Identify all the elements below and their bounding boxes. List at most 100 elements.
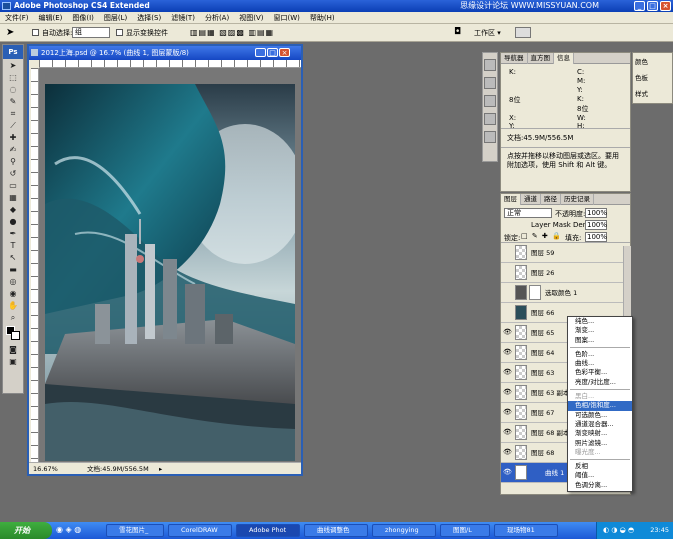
- tab-channels[interactable]: 通道: [521, 194, 541, 205]
- visibility-icon[interactable]: [503, 268, 511, 276]
- menu-item-brightness-contrast[interactable]: 亮度/对比度...: [568, 378, 632, 387]
- visibility-icon[interactable]: 👁: [503, 368, 512, 376]
- visibility-icon[interactable]: [503, 248, 511, 256]
- crop-tool-icon[interactable]: ⌗: [4, 109, 22, 119]
- tab-info[interactable]: 信息: [554, 53, 574, 64]
- eraser-tool-icon[interactable]: ▭: [4, 181, 22, 191]
- hand-tool-icon[interactable]: ✋: [4, 301, 22, 311]
- show-transform-checkbox[interactable]: [116, 29, 123, 36]
- tab-paths[interactable]: 路径: [541, 194, 561, 205]
- 3d-orbit-tool-icon[interactable]: ◉: [4, 289, 22, 299]
- opacity-input[interactable]: 100%: [585, 208, 607, 218]
- tab-layers[interactable]: 图层: [501, 194, 521, 205]
- maximize-button[interactable]: □: [647, 1, 658, 11]
- document-image[interactable]: [45, 84, 295, 461]
- menu-item-color-balance[interactable]: 色彩平衡...: [568, 368, 632, 377]
- tab-history[interactable]: 历史记录: [561, 194, 594, 205]
- close-button[interactable]: ×: [660, 1, 671, 11]
- taskbar-item[interactable]: 图图/L: [440, 524, 490, 537]
- align-buttons[interactable]: ▥▤▦ ▧▨▩ ▥▤▦: [190, 28, 274, 37]
- shape-tool-icon[interactable]: ▬: [4, 265, 22, 275]
- menu-filter[interactable]: 滤镜(T): [166, 12, 200, 24]
- workspace-button[interactable]: 工作区 ▾: [474, 28, 501, 38]
- menu-help[interactable]: 帮助(H): [305, 12, 340, 24]
- eyedropper-tool-icon[interactable]: ⟋: [4, 121, 22, 131]
- layer-row[interactable]: 图层 59: [501, 243, 630, 263]
- marquee-tool-icon[interactable]: ⬚: [4, 73, 22, 83]
- visibility-icon[interactable]: [503, 288, 511, 296]
- visibility-icon[interactable]: 👁: [503, 408, 512, 416]
- dodge-tool-icon[interactable]: ●: [4, 217, 22, 227]
- path-select-tool-icon[interactable]: ↖: [4, 253, 22, 263]
- 3d-rotate-tool-icon[interactable]: ◎: [4, 277, 22, 287]
- workspace-switcher[interactable]: [515, 27, 531, 38]
- auto-select-dropdown[interactable]: 组: [72, 27, 110, 38]
- menu-select[interactable]: 选择(S): [132, 12, 166, 24]
- history-brush-tool-icon[interactable]: ↺: [4, 169, 22, 179]
- pen-tool-icon[interactable]: ✒: [4, 229, 22, 239]
- minimize-button[interactable]: _: [634, 1, 645, 11]
- auto-select-checkbox[interactable]: [32, 29, 39, 36]
- gradient-tool-icon[interactable]: ▦: [4, 193, 22, 203]
- menu-item-selective-color[interactable]: 可选颜色...: [568, 411, 632, 420]
- background-color[interactable]: [11, 331, 20, 340]
- doc-minimize-button[interactable]: _: [255, 48, 266, 57]
- quick-select-tool-icon[interactable]: ✎: [4, 97, 22, 107]
- menu-layer[interactable]: 图层(L): [99, 12, 132, 24]
- color-swatches[interactable]: [4, 325, 22, 343]
- visibility-icon[interactable]: 👁: [503, 468, 512, 476]
- menu-item-hue-saturation[interactable]: 色相/饱和度...: [568, 401, 632, 411]
- menu-item-levels[interactable]: 色阶...: [568, 350, 632, 359]
- menu-view[interactable]: 视图(V): [234, 12, 268, 24]
- visibility-icon[interactable]: [503, 308, 511, 316]
- taskbar-item-active[interactable]: Adobe Phot: [236, 524, 300, 537]
- taskbar-item[interactable]: CorelDRAW: [168, 524, 232, 537]
- document-size[interactable]: 文档:45.9M/556.5M: [87, 463, 149, 475]
- layer-row[interactable]: 选取颜色 1: [501, 283, 630, 303]
- dock-icon-2[interactable]: [484, 77, 496, 89]
- document-title-bar[interactable]: 2012上海.psd @ 16.7% (曲线 1, 图层蒙版/8) _ □ ×: [29, 46, 301, 60]
- menu-analysis[interactable]: 分析(A): [200, 12, 234, 24]
- menu-item-threshold[interactable]: 阈值...: [568, 471, 632, 480]
- menu-edit[interactable]: 编辑(E): [34, 12, 68, 24]
- quicklaunch-icons[interactable]: ◉ ◈ ◍: [56, 525, 81, 534]
- taskbar-item[interactable]: zhongying: [372, 524, 436, 537]
- doc-close-button[interactable]: ×: [279, 48, 290, 57]
- move-tool-icon[interactable]: ➤: [4, 61, 22, 71]
- zoom-level[interactable]: 16.67%: [33, 463, 58, 475]
- visibility-icon[interactable]: 👁: [503, 328, 512, 336]
- menu-item-channel-mixer[interactable]: 通道混合器...: [568, 420, 632, 429]
- taskbar-item[interactable]: 雪花图片_: [106, 524, 164, 537]
- zoom-tool-icon[interactable]: ⌕: [4, 313, 22, 323]
- tab-histogram[interactable]: 直方图: [528, 53, 554, 64]
- menu-window[interactable]: 窗口(W): [268, 12, 304, 24]
- brush-tool-icon[interactable]: ✍: [4, 145, 22, 155]
- menu-item-photo-filter[interactable]: 照片滤镜...: [568, 439, 632, 448]
- blend-mode-dropdown[interactable]: 正常: [504, 208, 552, 218]
- swatches-tab[interactable]: 色板: [633, 69, 672, 85]
- blur-tool-icon[interactable]: ◆: [4, 205, 22, 215]
- visibility-icon[interactable]: 👁: [503, 428, 512, 436]
- dock-icon-1[interactable]: [484, 59, 496, 71]
- menu-item-gradient[interactable]: 渐变...: [568, 326, 632, 335]
- menu-item-gradient-map[interactable]: 渐变映射...: [568, 429, 632, 438]
- fill-input[interactable]: 100%: [585, 232, 607, 242]
- color-tab[interactable]: 颜色: [633, 53, 672, 69]
- menu-image[interactable]: 图像(I): [67, 12, 99, 24]
- clone-stamp-tool-icon[interactable]: ⚲: [4, 157, 22, 167]
- visibility-icon[interactable]: 👁: [503, 348, 512, 356]
- mask-density-input[interactable]: 100%: [585, 220, 607, 230]
- taskbar-item[interactable]: 现场物81: [494, 524, 558, 537]
- vertical-ruler[interactable]: [31, 68, 39, 463]
- taskbar-item[interactable]: 曲线调整色: [304, 524, 368, 537]
- menu-item-solid-color[interactable]: 纯色...: [568, 317, 632, 326]
- canvas-area[interactable]: [39, 68, 301, 463]
- dock-icon-5[interactable]: [484, 131, 496, 143]
- menu-item-pattern[interactable]: 图案...: [568, 336, 632, 345]
- lock-icons[interactable]: □ ✎ ✚ 🔒: [521, 232, 562, 240]
- styles-tab[interactable]: 样式: [633, 85, 672, 101]
- visibility-icon[interactable]: 👁: [503, 388, 512, 396]
- menu-item-posterize[interactable]: 色调分离...: [568, 481, 632, 490]
- quick-mask-icon[interactable]: ◙: [4, 345, 22, 355]
- start-button[interactable]: 开始: [0, 522, 52, 539]
